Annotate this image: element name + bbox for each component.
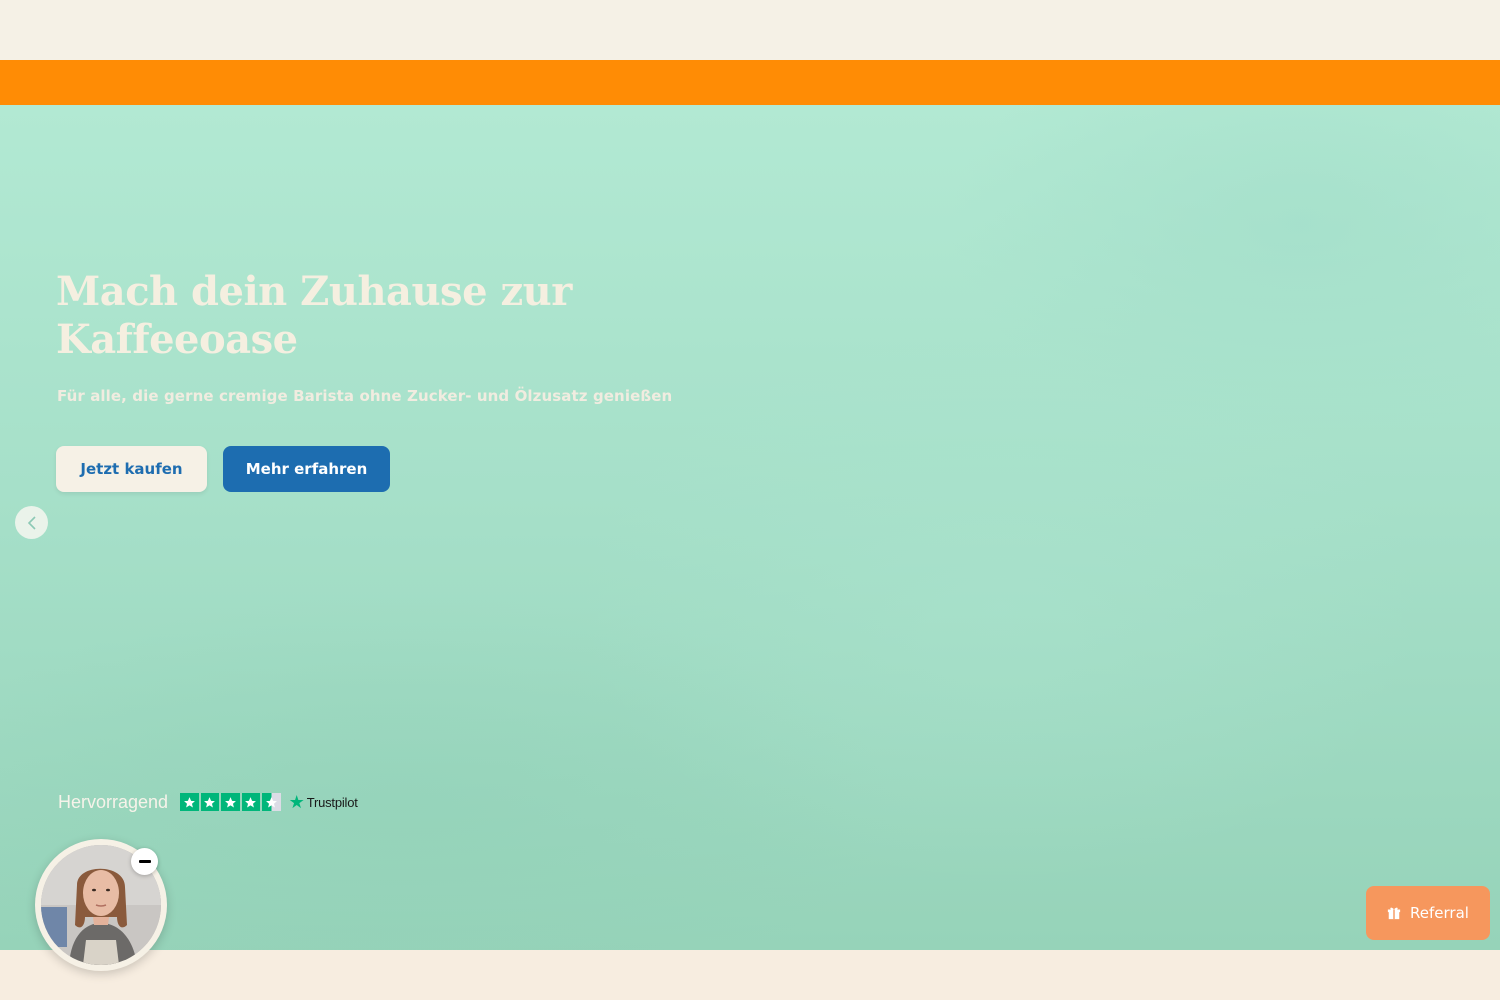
trustpilot-brand: Trustpilot bbox=[306, 794, 358, 810]
star-icon bbox=[241, 792, 261, 812]
minimize-video-button[interactable] bbox=[131, 848, 158, 875]
announcement-bar bbox=[0, 60, 1500, 105]
referral-label: Referral bbox=[1410, 904, 1469, 922]
trustpilot-star-icon: ★ bbox=[288, 792, 305, 812]
half-star-icon bbox=[262, 792, 281, 812]
chevron-left-icon bbox=[27, 515, 36, 530]
carousel-prev-button[interactable] bbox=[15, 506, 48, 539]
star-icon bbox=[200, 792, 220, 812]
minus-icon bbox=[138, 860, 151, 863]
star-icon bbox=[180, 792, 199, 812]
hero-subtitle: Für alle, die gerne cremige Barista ohne… bbox=[57, 387, 673, 405]
star-icon bbox=[221, 792, 240, 812]
trustpilot-rating-text: Hervorragend bbox=[58, 791, 169, 812]
trustpilot-widget[interactable]: Hervorragend ★ Trustpilot bbox=[58, 791, 358, 813]
hero-title: Mach dein Zuhause zur Kaffeeoase bbox=[56, 268, 572, 363]
next-section bbox=[0, 950, 1500, 1000]
learn-more-button[interactable]: Mehr erfahren bbox=[223, 446, 390, 492]
hero-banner: Mach dein Zuhause zur Kaffeeoase Für all… bbox=[0, 105, 1500, 950]
gift-icon bbox=[1387, 907, 1401, 920]
referral-button[interactable]: Referral bbox=[1366, 886, 1490, 940]
trustpilot-stars bbox=[180, 792, 281, 812]
buy-now-button[interactable]: Jetzt kaufen bbox=[56, 446, 207, 492]
site-header bbox=[0, 0, 1500, 60]
trustpilot-logo: ★ Trustpilot bbox=[289, 793, 358, 811]
